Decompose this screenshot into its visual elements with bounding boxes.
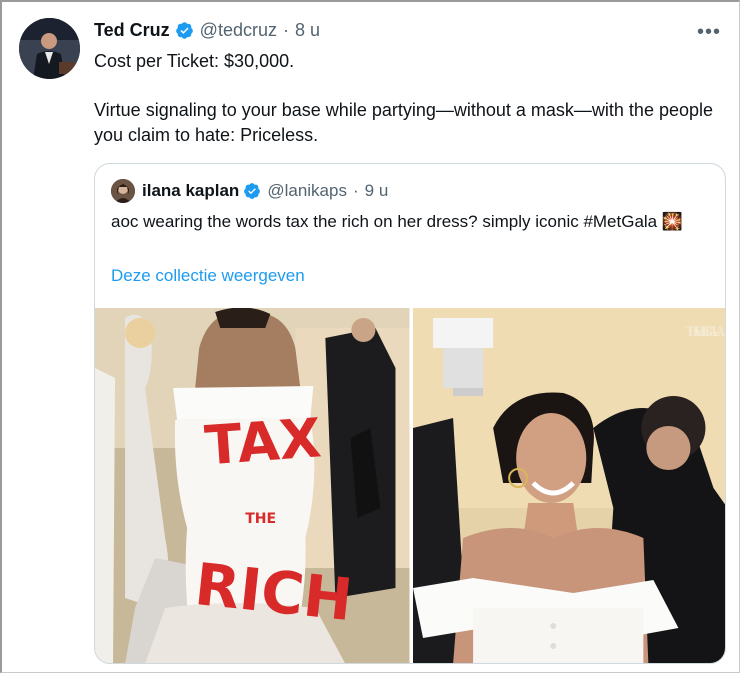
author-handle[interactable]: @tedcruz: [200, 20, 277, 41]
dress-text-the: THE: [245, 511, 276, 527]
background-sign: THE MET GALA: [685, 324, 725, 340]
quoted-tweet-text: aoc wearing the words tax the rich on he…: [111, 212, 684, 231]
separator-dot: ·: [352, 181, 359, 200]
verified-badge-icon: [175, 21, 194, 40]
view-collection-link[interactable]: Deze collectie weergeven: [111, 266, 305, 286]
quoted-author-name[interactable]: ilana kaplan: [142, 181, 239, 201]
dress-text-tax: TAX: [203, 406, 323, 477]
quoted-tweet-timestamp[interactable]: 9 u: [365, 181, 389, 201]
verified-badge-icon: [243, 182, 261, 200]
separator-dot: ·: [282, 20, 289, 40]
tweet-header: Ted Cruz @tedcruz · 8 u: [94, 20, 320, 41]
media-grid: TAX THE RICH THE MET GALA: [95, 308, 725, 663]
tweet-text-line: Virtue signaling to your base while part…: [94, 100, 714, 145]
author-avatar[interactable]: [19, 18, 80, 79]
tweet-text: Cost per Ticket: $30,000. Virtue signali…: [94, 49, 714, 148]
tweet-card: Ted Cruz @tedcruz · 8 u ••• Cost per Tic…: [0, 0, 740, 673]
photo-right[interactable]: THE MET GALA: [412, 308, 725, 663]
tweet-text-line: Cost per Ticket: $30,000.: [94, 51, 295, 71]
author-name[interactable]: Ted Cruz: [94, 20, 170, 41]
quoted-tweet[interactable]: ilana kaplan @lanikaps · 9 u aoc wearing…: [94, 163, 726, 664]
more-options-icon[interactable]: •••: [697, 22, 721, 42]
quoted-tweet-header: ilana kaplan @lanikaps · 9 u: [111, 179, 388, 203]
tweet-timestamp[interactable]: 8 u: [295, 20, 320, 41]
photo-left[interactable]: TAX THE RICH: [95, 308, 410, 663]
quoted-author-avatar[interactable]: [111, 179, 135, 203]
quoted-author-handle[interactable]: @lanikaps: [267, 181, 347, 201]
